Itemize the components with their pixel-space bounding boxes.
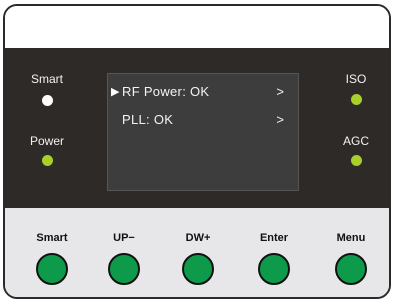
smart-button-label: Smart bbox=[36, 232, 68, 244]
up-button-label: UP− bbox=[113, 232, 135, 244]
enter-button[interactable] bbox=[258, 253, 290, 285]
selection-cursor-icon: ▶ bbox=[111, 86, 120, 98]
menu-button-label: Menu bbox=[336, 232, 366, 244]
menu-row-label: RF Power: OK bbox=[122, 84, 210, 99]
lcd-screen: ▶ RF Power: OK > PLL: OK > bbox=[107, 73, 299, 191]
enter-button-label: Enter bbox=[259, 232, 289, 244]
power-indicator-label: Power bbox=[29, 134, 64, 148]
down-button[interactable] bbox=[182, 253, 214, 285]
device-front-panel: Smart Power ISO AGC ▶ RF Power: OK > PLL… bbox=[3, 4, 391, 299]
agc-indicator-led bbox=[351, 155, 362, 166]
menu-button[interactable] bbox=[335, 253, 367, 285]
top-band bbox=[5, 6, 389, 48]
menu-row-label: PLL: OK bbox=[122, 112, 174, 127]
down-button-label: DW+ bbox=[185, 232, 211, 244]
chevron-right-icon: > bbox=[276, 112, 284, 127]
smart-indicator-label: Smart bbox=[30, 72, 63, 86]
iso-indicator-led bbox=[351, 94, 362, 105]
power-indicator-led bbox=[42, 155, 53, 166]
menu-row-rf-power[interactable]: ▶ RF Power: OK > bbox=[108, 83, 298, 101]
chevron-right-icon: > bbox=[276, 84, 284, 99]
smart-button[interactable] bbox=[36, 253, 68, 285]
iso-indicator-label: ISO bbox=[345, 72, 367, 86]
agc-indicator-label: AGC bbox=[342, 134, 369, 148]
smart-indicator-led bbox=[42, 95, 53, 106]
menu-row-pll[interactable]: PLL: OK > bbox=[108, 111, 298, 129]
up-button[interactable] bbox=[108, 253, 140, 285]
